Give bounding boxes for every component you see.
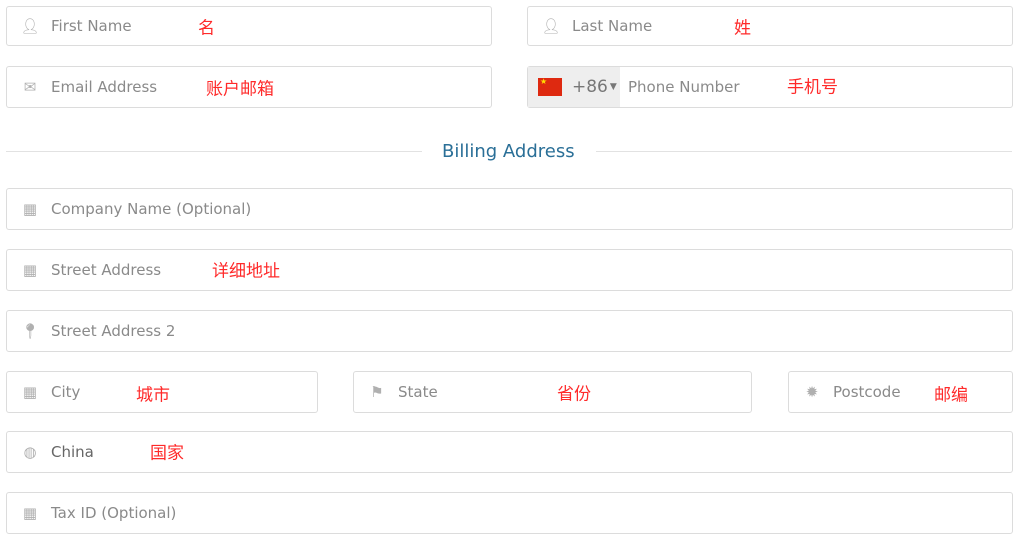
building-icon: ▦ — [22, 383, 38, 401]
building-icon: ▦ — [22, 504, 38, 522]
annotation-country: 国家 — [150, 443, 184, 464]
annotation-first-name: 名 — [198, 18, 215, 39]
last-name-field[interactable]: 👤︎ Last Name — [527, 6, 1013, 46]
first-name-field[interactable]: 👤︎ First Name — [6, 6, 492, 46]
annotation-city: 城市 — [136, 385, 170, 406]
globe-icon: ◍ — [23, 443, 37, 461]
first-name-placeholder: First Name — [51, 17, 132, 35]
postcode-placeholder: Postcode — [833, 383, 901, 401]
annotation-state: 省份 — [557, 384, 591, 405]
user-icon: 👤︎ — [20, 17, 40, 35]
annotation-phone: 手机号 — [787, 77, 838, 98]
china-flag-icon — [538, 77, 562, 96]
country-value: China — [51, 443, 94, 461]
badge-icon: ✹ — [805, 383, 819, 401]
billing-title: Billing Address — [442, 141, 575, 162]
tax-id-field[interactable]: ▦ Tax ID (Optional) — [6, 492, 1013, 534]
map-marker-icon: 📍︎ — [20, 322, 40, 340]
building-icon: ▦ — [22, 200, 38, 218]
annotation-postcode: 邮编 — [934, 385, 968, 406]
state-field[interactable]: ⚑ State — [353, 371, 752, 413]
annotation-last-name: 姓 — [734, 18, 751, 39]
tax-id-placeholder: Tax ID (Optional) — [51, 504, 177, 522]
annotation-email: 账户邮箱 — [206, 79, 274, 100]
phone-field[interactable]: +86▼ Phone Number — [527, 66, 1013, 108]
company-placeholder: Company Name (Optional) — [51, 200, 252, 218]
caret-down-icon: ▼ — [609, 82, 617, 92]
annotation-street: 详细地址 — [212, 261, 280, 282]
divider-right — [596, 151, 1012, 152]
signpost-icon: ⚑ — [370, 383, 384, 401]
country-code: +86 — [572, 77, 608, 97]
envelope-icon: ✉ — [23, 78, 37, 96]
company-field[interactable]: ▦ Company Name (Optional) — [6, 188, 1013, 230]
street-placeholder: Street Address — [51, 261, 162, 279]
street2-field[interactable]: 📍︎ Street Address 2 — [6, 310, 1013, 352]
divider-left — [6, 151, 422, 152]
last-name-placeholder: Last Name — [572, 17, 653, 35]
postcode-field[interactable]: ✹ Postcode — [788, 371, 1013, 413]
country-code-select[interactable]: +86▼ — [528, 67, 620, 107]
phone-placeholder: Phone Number — [628, 78, 740, 96]
email-placeholder: Email Address — [51, 78, 158, 96]
city-placeholder: City — [51, 383, 81, 401]
street-field[interactable]: ▦ Street Address — [6, 249, 1013, 291]
user-icon: 👤︎ — [541, 17, 561, 35]
street2-placeholder: Street Address 2 — [51, 322, 176, 340]
building-icon: ▦ — [22, 261, 38, 279]
state-placeholder: State — [398, 383, 438, 401]
